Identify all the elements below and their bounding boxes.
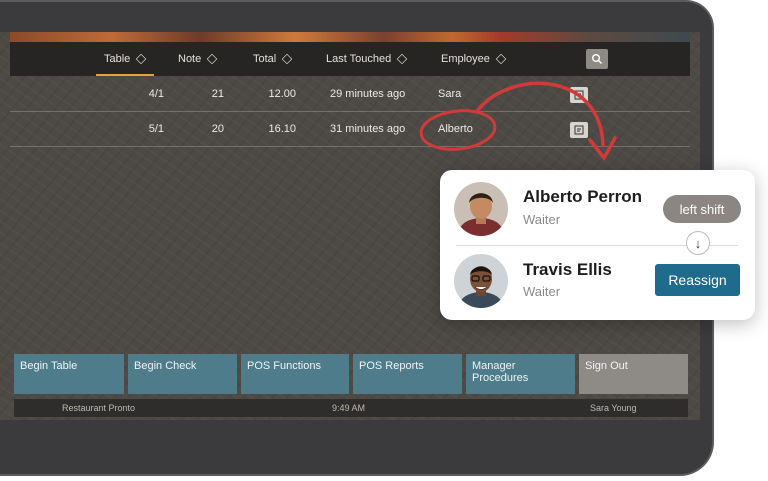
sort-icon	[495, 53, 507, 65]
arrow-down-icon: ↓	[686, 231, 710, 255]
cell-employee: Sara	[438, 88, 462, 100]
table-row[interactable]: 4/1 21 12.00 29 minutes ago Sara	[10, 77, 690, 112]
column-header-last-touched[interactable]: Last Touched	[326, 42, 408, 76]
from-employee-role: Waiter	[523, 212, 561, 227]
from-employee-name: Alberto Perron	[523, 187, 643, 206]
receipt-icon	[574, 90, 584, 100]
sort-icon	[135, 53, 147, 65]
sort-icon	[281, 53, 293, 65]
receipt-icon	[574, 125, 584, 135]
avatar-travis	[454, 254, 508, 308]
pos-reports-button[interactable]: POS Reports	[353, 354, 462, 394]
check-detail-button[interactable]	[570, 122, 588, 138]
table-header: Table Note Total Last Touched Employee	[10, 42, 690, 76]
table-row[interactable]: 5/1 20 16.10 31 minutes ago Alberto	[10, 112, 690, 147]
current-user: Sara Young	[590, 403, 637, 413]
cell-table: 5/1	[148, 123, 164, 135]
status-bar: Restaurant Pronto 9:49 AM Sara Young	[14, 399, 688, 417]
check-detail-button[interactable]	[570, 87, 588, 103]
to-employee-name: Travis Ellis	[523, 260, 612, 279]
status-badge: left shift	[663, 195, 741, 223]
column-header-total[interactable]: Total	[253, 42, 293, 76]
cell-total: 12.00	[268, 88, 296, 100]
begin-check-button[interactable]: Begin Check	[128, 354, 237, 394]
manager-procedures-button[interactable]: Manager Procedures	[466, 354, 575, 394]
column-header-table[interactable]: Table	[95, 42, 155, 76]
search-button[interactable]	[586, 49, 608, 69]
avatar-alberto	[454, 182, 508, 236]
to-employee-role: Waiter	[523, 284, 561, 299]
reassign-button[interactable]: Reassign	[655, 264, 740, 296]
restaurant-name: Restaurant Pronto	[62, 403, 136, 413]
cell-note: 21	[211, 88, 224, 100]
begin-table-button[interactable]: Begin Table	[14, 354, 124, 394]
search-icon	[592, 54, 603, 65]
column-header-note[interactable]: Note	[178, 42, 218, 76]
cell-employee: Alberto	[438, 123, 473, 135]
action-button-bar: Begin Table Begin Check POS Functions PO…	[14, 354, 690, 394]
sign-out-button[interactable]: Sign Out	[579, 354, 688, 394]
sort-icon	[206, 53, 218, 65]
column-header-employee[interactable]: Employee	[441, 42, 507, 76]
cell-total: 16.10	[268, 123, 296, 135]
cell-last-touched: 31 minutes ago	[330, 123, 406, 135]
cell-note: 20	[211, 123, 224, 135]
sort-icon	[396, 53, 408, 65]
clock: 9:49 AM	[332, 403, 366, 413]
reassign-card: Alberto Perron Waiter left shift ↓ Travi…	[440, 170, 755, 320]
cell-table: 4/1	[148, 88, 164, 100]
pos-functions-button[interactable]: POS Functions	[241, 354, 349, 394]
decorative-banner	[10, 32, 690, 42]
cell-last-touched: 29 minutes ago	[330, 88, 406, 100]
